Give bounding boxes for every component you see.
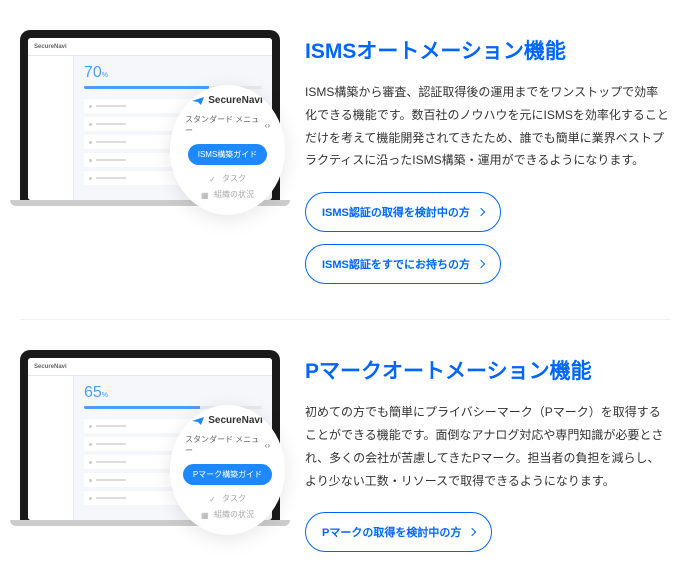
paper-plane-icon: [192, 417, 204, 425]
feature-title: ISMSオートメーション機能: [305, 35, 670, 65]
mockup-isms: SecureNavi 70%: [20, 30, 280, 200]
feature-title: Pマークオートメーション機能: [305, 355, 670, 385]
zoom-item-task: ✓タスク: [209, 173, 246, 184]
zoom-circle: SecureNavi スタンダード メニュー‹› ISMS構築ガイド ✓タスク …: [170, 85, 285, 215]
chevron-right-icon: [468, 528, 476, 536]
zoom-item-org: ▦組織の状況: [201, 189, 254, 200]
org-icon: ▦: [201, 191, 209, 199]
zoom-guide-pill: Pマーク構築ガイド: [183, 464, 272, 485]
progress-bar: [84, 406, 200, 409]
chevron-right-icon: [477, 260, 485, 268]
check-icon: ✓: [209, 175, 217, 183]
zoom-logo: SecureNavi: [192, 415, 262, 426]
screen-logo: SecureNavi: [34, 44, 67, 50]
feature-desc: 初めての方でも簡単にプライバシーマーク（Pマーク）を取得することができる機能です…: [305, 401, 670, 492]
progress-value: 70%: [84, 64, 262, 82]
feature-content: Pマークオートメーション機能 初めての方でも簡単にプライバシーマーク（Pマーク）…: [305, 350, 670, 552]
check-icon: ✓: [209, 495, 217, 503]
cta-pmark-considering[interactable]: Pマークの取得を検討中の方: [305, 512, 492, 552]
zoom-guide-pill: ISMS構築ガイド: [188, 144, 268, 165]
zoom-circle: SecureNavi スタンダード メニュー‹› Pマーク構築ガイド ✓タスク …: [170, 405, 285, 535]
feature-desc: ISMS構築から審査、認証取得後の運用までをワンストップで効率化できる機能です。…: [305, 81, 670, 172]
zoom-item-task: ✓タスク: [209, 493, 246, 504]
zoom-menu-label: スタンダード メニュー‹›: [185, 114, 270, 136]
chevron-right-icon: [477, 208, 485, 216]
org-icon: ▦: [201, 511, 209, 519]
progress-value: 65%: [84, 384, 262, 402]
zoom-logo: SecureNavi: [192, 95, 262, 106]
mockup-pmark: SecureNavi 65%: [20, 350, 280, 520]
feature-card-pmark: SecureNavi 65%: [0, 320, 690, 587]
feature-card-isms: SecureNavi 70%: [0, 0, 690, 319]
cta-isms-existing[interactable]: ISMS認証をすでにお持ちの方: [305, 244, 501, 284]
zoom-menu-label: スタンダード メニュー‹›: [185, 434, 270, 456]
cta-isms-considering[interactable]: ISMS認証の取得を検討中の方: [305, 192, 501, 232]
paper-plane-icon: [192, 97, 204, 105]
zoom-item-org: ▦組織の状況: [201, 509, 254, 520]
feature-content: ISMSオートメーション機能 ISMS構築から審査、認証取得後の運用までをワンス…: [305, 30, 670, 284]
screen-logo: SecureNavi: [34, 364, 67, 370]
progress-bar: [84, 86, 209, 89]
